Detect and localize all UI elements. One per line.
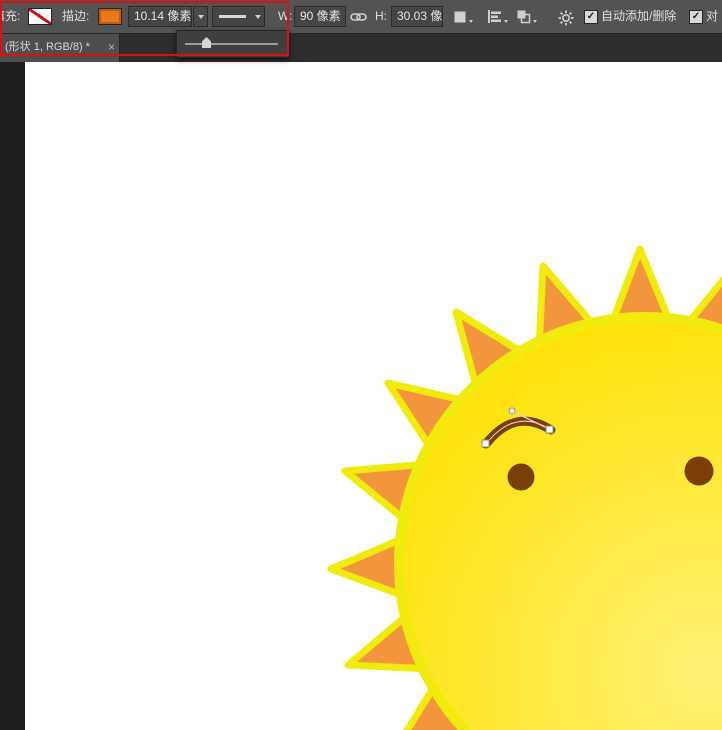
sun-drawing	[25, 62, 722, 730]
geometry-options-button[interactable]	[558, 8, 574, 27]
sun-left-eye	[508, 464, 535, 491]
chevron-down-icon	[198, 15, 204, 19]
path-operations-button[interactable]	[453, 7, 473, 26]
slider-thumb[interactable]	[202, 37, 211, 48]
path-arrangement-button[interactable]	[516, 7, 537, 26]
sun-disk	[399, 317, 722, 730]
options-bar: 填充: 描边: 10.14 像素 W: 90 像素 H: 30.03 像	[0, 0, 722, 34]
check-icon: ✓	[587, 11, 595, 22]
sun-right-eye	[685, 457, 714, 486]
slider-track[interactable]	[185, 43, 278, 45]
tab-bar: (形状 1, RGB/8) * ×	[0, 33, 722, 62]
h-label: H:	[375, 0, 387, 33]
chevron-down-icon	[504, 20, 508, 23]
check-icon: ✓	[692, 11, 700, 22]
fill-swatch[interactable]	[28, 8, 52, 25]
fill-label: 填充:	[0, 0, 20, 33]
link-dimensions-button[interactable]	[350, 7, 367, 26]
document-tab[interactable]: (形状 1, RGB/8) * ×	[0, 33, 120, 62]
pen-handle-dot[interactable]	[509, 408, 515, 414]
w-label: W:	[278, 0, 292, 33]
pen-anchor-right[interactable]	[546, 426, 553, 433]
path-alignment-button[interactable]	[487, 7, 508, 26]
pen-anchor-left[interactable]	[482, 440, 489, 447]
square-icon	[453, 10, 467, 24]
tools-panel-edge	[0, 62, 25, 730]
auto-add-delete-checkbox[interactable]: ✓	[584, 10, 598, 24]
align-edges-checkbox[interactable]: ✓	[689, 10, 703, 24]
chevron-down-icon	[469, 20, 473, 23]
chevron-down-icon	[533, 20, 537, 23]
stroke-width-dropdown-button[interactable]	[193, 6, 208, 27]
canvas[interactable]	[25, 62, 722, 730]
align-bars-icon	[487, 9, 502, 24]
chevron-down-icon	[255, 15, 261, 19]
stroke-width-slider-popup	[176, 30, 289, 58]
stacked-layers-icon	[516, 9, 531, 24]
stroke-label: 描边:	[62, 0, 89, 33]
align-edges-label: 对	[706, 0, 718, 33]
auto-add-delete-label: 自动添加/删除	[601, 0, 676, 33]
solid-line-icon	[219, 15, 246, 18]
close-icon[interactable]: ×	[108, 33, 115, 62]
gear-icon	[558, 10, 574, 26]
link-icon	[350, 9, 367, 25]
w-field[interactable]: 90 像素	[294, 6, 346, 27]
h-field[interactable]: 30.03 像	[391, 6, 443, 27]
stroke-swatch[interactable]	[98, 8, 122, 25]
stroke-width-field[interactable]: 10.14 像素	[128, 6, 192, 27]
document-tab-label: (形状 1, RGB/8) *	[5, 41, 90, 53]
stroke-style-dropdown[interactable]	[212, 6, 265, 27]
